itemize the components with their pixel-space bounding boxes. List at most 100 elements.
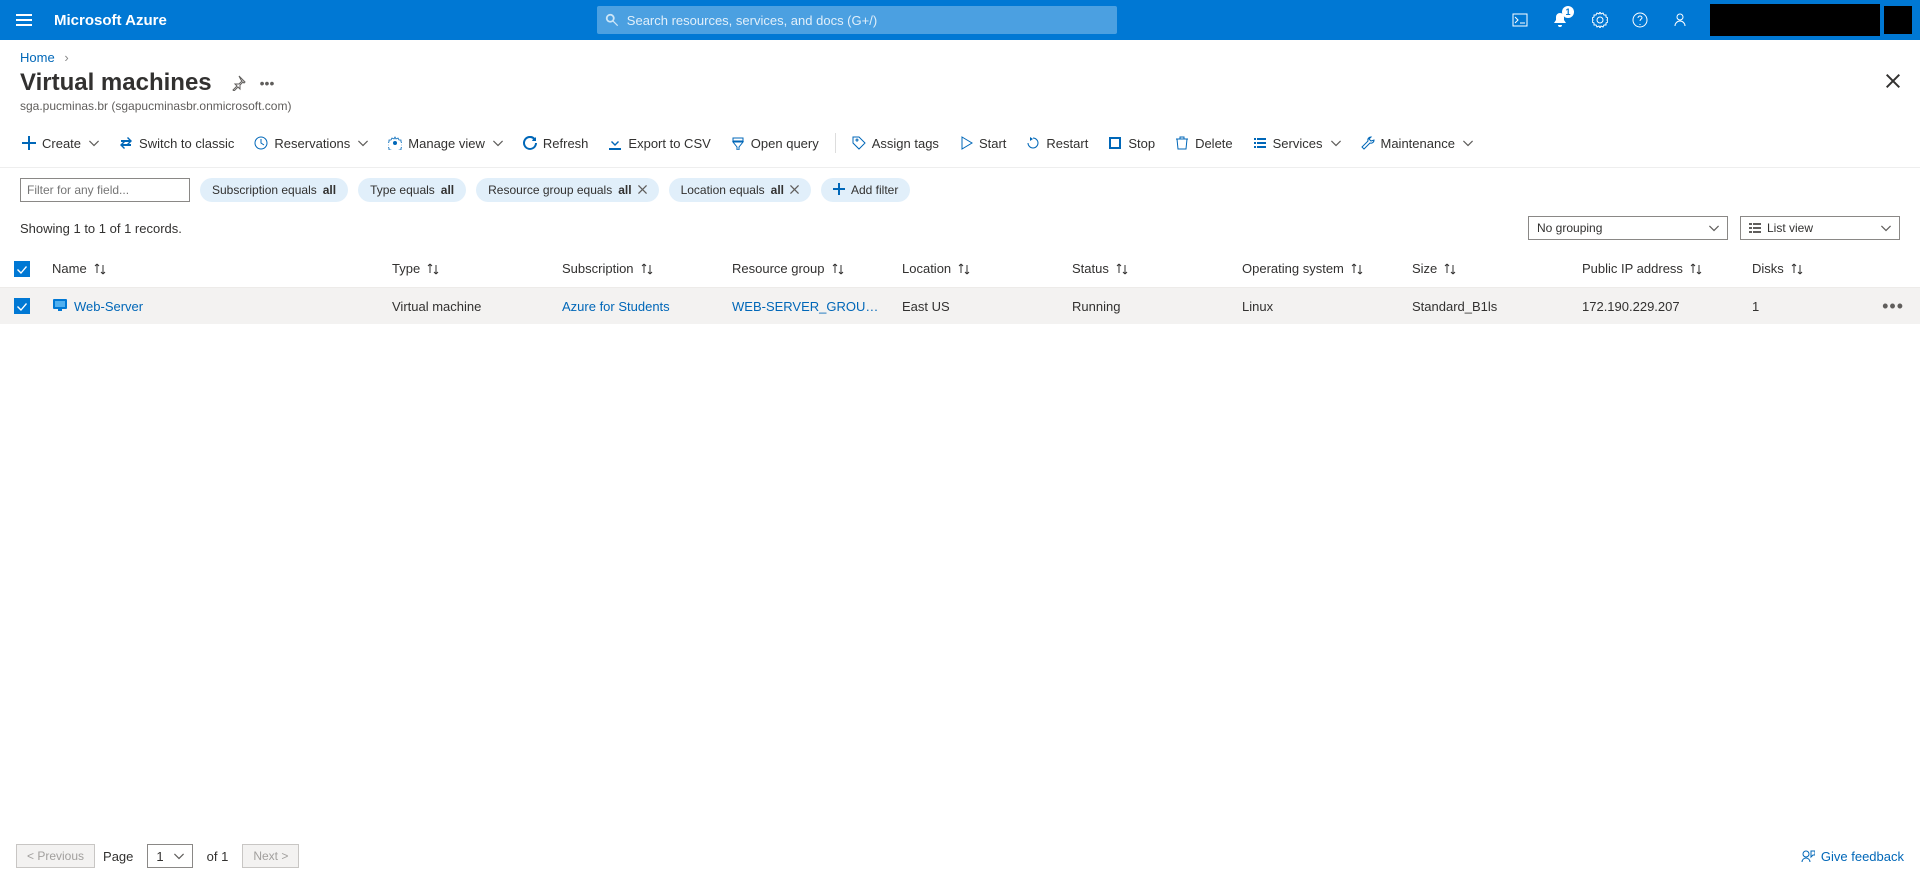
search-input[interactable]	[627, 13, 1109, 28]
select-all-checkbox[interactable]	[0, 261, 44, 277]
add-filter-icon	[833, 183, 845, 198]
filter-pill-resource-group[interactable]: Resource group equals all	[476, 178, 658, 202]
search-icon	[605, 13, 619, 27]
chevron-down-icon	[89, 138, 99, 148]
row-context-menu[interactable]: •••	[1882, 296, 1904, 317]
brand-label[interactable]: Microsoft Azure	[48, 12, 167, 29]
switch-classic-button[interactable]: Switch to classic	[109, 127, 244, 159]
sort-icon	[1790, 262, 1804, 276]
person-feedback-icon	[1672, 12, 1688, 28]
vm-name-link[interactable]: Web-Server	[74, 299, 143, 314]
trash-icon	[1175, 136, 1189, 150]
command-bar: Create Switch to classic Reservations Ma…	[0, 127, 1920, 168]
hamburger-icon	[16, 12, 32, 28]
settings-button[interactable]	[1580, 0, 1620, 40]
notifications-badge: 1	[1562, 6, 1574, 18]
col-disks[interactable]: Disks	[1744, 261, 1844, 276]
col-size[interactable]: Size	[1404, 261, 1574, 276]
vm-table: Name Type Subscription Resource group Lo…	[0, 250, 1920, 324]
list-icon	[1253, 136, 1267, 150]
page-title: Virtual machines	[20, 69, 212, 97]
give-feedback-link[interactable]: Give feedback	[1801, 849, 1904, 864]
subscription-link[interactable]: Azure for Students	[562, 299, 670, 314]
cell-status: Running	[1064, 299, 1234, 314]
page-select[interactable]: 1	[147, 844, 192, 868]
notifications-button[interactable]: 1	[1540, 0, 1580, 40]
start-button[interactable]: Start	[949, 127, 1016, 159]
help-button[interactable]	[1620, 0, 1660, 40]
filter-pill-subscription[interactable]: Subscription equals all	[200, 178, 348, 202]
sort-icon	[93, 262, 107, 276]
chevron-down-icon	[1881, 223, 1891, 233]
sort-icon	[831, 262, 845, 276]
delete-button[interactable]: Delete	[1165, 127, 1243, 159]
next-page-button[interactable]: Next >	[242, 844, 299, 868]
stop-button[interactable]: Stop	[1098, 127, 1165, 159]
view-dropdown[interactable]: List view	[1740, 216, 1900, 240]
open-query-button[interactable]: Open query	[721, 127, 829, 159]
play-icon	[959, 136, 973, 150]
page-label: Page	[103, 849, 133, 864]
chevron-right-icon: ›	[64, 50, 68, 65]
cell-os: Linux	[1234, 299, 1404, 314]
col-os[interactable]: Operating system	[1234, 261, 1404, 276]
filter-pill-location[interactable]: Location equals all	[669, 178, 811, 202]
filter-pill-type[interactable]: Type equals all	[358, 178, 466, 202]
check-icon	[17, 264, 27, 274]
col-type[interactable]: Type	[384, 261, 554, 276]
sort-icon	[957, 262, 971, 276]
chevron-down-icon	[493, 138, 503, 148]
reservations-button[interactable]: Reservations	[244, 127, 378, 159]
create-button[interactable]: Create	[12, 127, 109, 159]
add-filter-button[interactable]: Add filter	[821, 178, 910, 202]
remove-filter-icon[interactable]	[790, 183, 799, 197]
gear-icon	[1592, 12, 1608, 28]
resource-group-link[interactable]: WEB-SERVER_GROUP_042…	[732, 299, 886, 314]
account-info[interactable]	[1710, 4, 1880, 36]
col-status[interactable]: Status	[1064, 261, 1234, 276]
query-icon	[731, 136, 745, 150]
col-resource-group[interactable]: Resource group	[724, 261, 894, 276]
sort-icon	[1350, 262, 1364, 276]
cell-ip: 172.190.229.207	[1574, 299, 1744, 314]
breadcrumb-home[interactable]: Home	[20, 50, 55, 65]
remove-filter-icon[interactable]	[638, 183, 647, 197]
feedback-button[interactable]	[1660, 0, 1700, 40]
records-summary-row: Showing 1 to 1 of 1 records. No grouping…	[0, 212, 1920, 250]
tenant-label: sga.pucminas.br (sgapucminasbr.onmicroso…	[0, 97, 1920, 127]
col-subscription[interactable]: Subscription	[554, 261, 724, 276]
menu-toggle[interactable]	[0, 0, 48, 40]
export-csv-button[interactable]: Export to CSV	[598, 127, 720, 159]
col-name[interactable]: Name	[44, 261, 384, 276]
maintenance-button[interactable]: Maintenance	[1351, 127, 1483, 159]
table-row[interactable]: Web-Server Virtual machine Azure for Stu…	[0, 288, 1920, 324]
pagination-footer: < Previous Page 1 of 1 Next > Give feedb…	[0, 844, 1920, 868]
refresh-button[interactable]: Refresh	[513, 127, 599, 159]
col-ip[interactable]: Public IP address	[1574, 261, 1744, 276]
col-location[interactable]: Location	[894, 261, 1064, 276]
global-search[interactable]	[597, 6, 1117, 34]
chevron-down-icon	[1463, 138, 1473, 148]
chevron-down-icon	[174, 851, 184, 861]
avatar[interactable]	[1884, 6, 1912, 34]
sort-icon	[1115, 262, 1129, 276]
pin-button[interactable]	[230, 75, 246, 91]
sort-icon	[1443, 262, 1457, 276]
table-header: Name Type Subscription Resource group Lo…	[0, 250, 1920, 288]
close-blade-button[interactable]	[1886, 74, 1900, 93]
manage-view-button[interactable]: Manage view	[378, 127, 513, 159]
chevron-down-icon	[1331, 138, 1341, 148]
row-checkbox[interactable]	[0, 298, 44, 314]
cloud-shell-button[interactable]	[1500, 0, 1540, 40]
filter-input[interactable]	[20, 178, 190, 202]
services-button[interactable]: Services	[1243, 127, 1351, 159]
more-button[interactable]: •••	[260, 75, 276, 91]
grouping-dropdown[interactable]: No grouping	[1528, 216, 1728, 240]
check-icon	[17, 301, 27, 311]
assign-tags-button[interactable]: Assign tags	[842, 127, 949, 159]
prev-page-button[interactable]: < Previous	[16, 844, 95, 868]
plus-icon	[22, 136, 36, 150]
restart-button[interactable]: Restart	[1016, 127, 1098, 159]
vm-icon	[52, 297, 68, 316]
cell-type: Virtual machine	[384, 299, 554, 314]
